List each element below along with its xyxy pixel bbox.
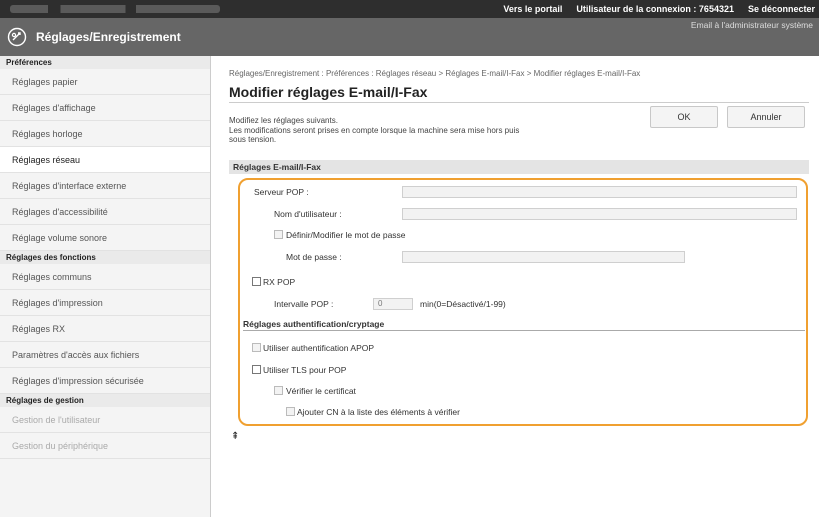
tls-label: Utiliser TLS pour POP (263, 365, 347, 375)
password-input[interactable] (402, 251, 685, 263)
title-divider (229, 102, 809, 103)
ok-button[interactable]: OK (650, 106, 718, 128)
logout-link[interactable]: Se déconnecter (748, 4, 815, 14)
cancel-button[interactable]: Annuler (727, 106, 805, 128)
page-title: Modifier réglages E-mail/I-Fax (229, 84, 428, 100)
redacted-device-info (10, 5, 220, 13)
pop-server-input[interactable] (402, 186, 797, 198)
top-bar: Vers le portail Utilisateur de la connex… (0, 0, 819, 18)
username-input[interactable] (402, 208, 797, 220)
apop-checkbox[interactable] (252, 343, 261, 352)
sidebar-item-paper[interactable]: Réglages papier (0, 69, 210, 95)
sidebar-item-accessibility[interactable]: Réglages d'accessibilité (0, 199, 210, 225)
page-top-icon[interactable]: ⇞ (231, 431, 239, 442)
sidebar-item-network[interactable]: Réglages réseau (0, 147, 210, 173)
top-bar-links: Vers le portail Utilisateur de la connex… (503, 0, 815, 18)
sidebar-item-clock[interactable]: Réglages horloge (0, 121, 210, 147)
pop-interval-input[interactable]: 0 (373, 298, 413, 310)
add-cn-label: Ajouter CN à la liste des éléments à vér… (297, 407, 460, 417)
description-line-2: Les modifications seront prises en compt… (229, 125, 520, 135)
password-label: Mot de passe : (286, 252, 342, 262)
sidebar-item-file-access[interactable]: Paramètres d'accès aux fichiers (0, 342, 210, 368)
pop-server-label: Serveur POP : (254, 187, 309, 197)
pop-interval-unit: min(0=Désactivé/1-99) (420, 299, 506, 309)
sidebar-category-management: Réglages de gestion (0, 394, 210, 407)
portal-link[interactable]: Vers le portail (503, 4, 562, 14)
sidebar-item-user-management[interactable]: Gestion de l'utilisateur (0, 407, 210, 433)
set-password-checkbox[interactable] (274, 230, 283, 239)
apop-label: Utiliser authentification APOP (263, 343, 375, 353)
sidebar-category-preferences: Préférences (0, 56, 210, 69)
pop-interval-label: Intervalle POP : (274, 299, 334, 309)
tls-checkbox[interactable] (252, 365, 261, 374)
auth-section-title: Réglages authentification/cryptage (243, 319, 805, 331)
sidebar-item-secure-print[interactable]: Réglages d'impression sécurisée (0, 368, 210, 394)
rx-pop-checkbox[interactable] (252, 277, 261, 286)
logged-in-user: Utilisateur de la connexion : 7654321 (576, 4, 734, 14)
sidebar-item-display[interactable]: Réglages d'affichage (0, 95, 210, 121)
sidebar-item-print[interactable]: Réglages d'impression (0, 290, 210, 316)
rx-pop-label: RX POP (263, 277, 296, 287)
verify-cert-checkbox[interactable] (274, 386, 283, 395)
page-description: Modifiez les réglages suivants. Les modi… (229, 116, 629, 145)
app-title: Réglages/Enregistrement (36, 30, 181, 44)
email-settings-form: Serveur POP : Nom d'utilisateur : Défini… (238, 178, 808, 426)
settings-registration-icon (7, 27, 27, 47)
admin-mail-link[interactable]: Email à l'administrateur système (691, 20, 813, 30)
main-content: Réglages/Enregistrement : Préférences : … (211, 56, 819, 517)
description-line-3: sous tension. (229, 135, 277, 144)
add-cn-checkbox[interactable] (286, 407, 295, 416)
app-header: Réglages/Enregistrement Email à l'admini… (0, 18, 819, 56)
sidebar-item-rx[interactable]: Réglages RX (0, 316, 210, 342)
breadcrumb: Réglages/Enregistrement : Préférences : … (229, 69, 641, 78)
sidebar-item-device-management[interactable]: Gestion du périphérique (0, 433, 210, 459)
sidebar-item-external-interface[interactable]: Réglages d'interface externe (0, 173, 210, 199)
sidebar-item-common[interactable]: Réglages communs (0, 264, 210, 290)
section-title: Réglages E-mail/I-Fax (229, 160, 809, 174)
sidebar-category-functions: Réglages des fonctions (0, 251, 210, 264)
username-label: Nom d'utilisateur : (274, 209, 342, 219)
sidebar: Préférences Réglages papier Réglages d'a… (0, 56, 211, 517)
sidebar-item-volume[interactable]: Réglage volume sonore (0, 225, 210, 251)
verify-cert-label: Vérifier le certificat (286, 386, 356, 396)
description-line-1: Modifiez les réglages suivants. (229, 116, 338, 125)
set-password-label: Définir/Modifier le mot de passe (286, 230, 406, 240)
